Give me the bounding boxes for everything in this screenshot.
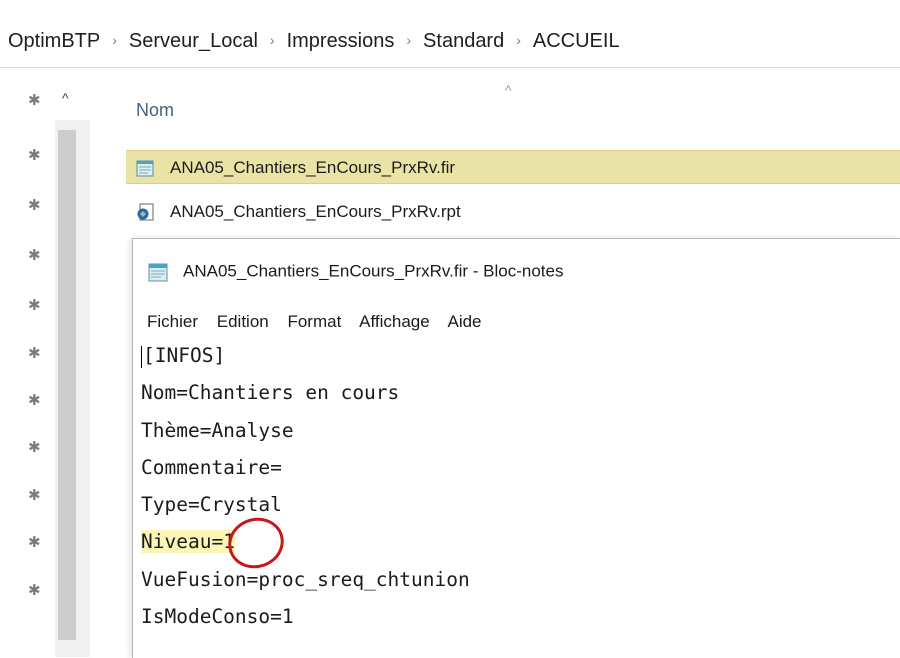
menu-bar: Fichier Edition Format Affichage Aide bbox=[147, 312, 496, 332]
menu-affichage[interactable]: Affichage bbox=[359, 312, 430, 331]
text-line: Commentaire= bbox=[141, 455, 282, 479]
text-line: Thème=Analyse bbox=[141, 418, 294, 442]
breadcrumb-item-optimbtp[interactable]: OptimBTP bbox=[8, 30, 100, 53]
chevron-right-icon: › bbox=[406, 32, 412, 48]
file-name: ANA05_Chantiers_EnCours_PrxRv.rpt bbox=[170, 202, 461, 221]
breadcrumb-item-accueil[interactable]: ACCUEIL bbox=[533, 30, 620, 53]
text-cursor bbox=[141, 345, 142, 368]
file-row-rpt[interactable]: ANA05_Chantiers_EnCours_PrxRv.rpt bbox=[126, 195, 900, 229]
scroll-up-icon[interactable]: ^ bbox=[62, 90, 69, 106]
pin-icon[interactable]: ✱ bbox=[28, 248, 44, 264]
text-line: IsModeConso=1 bbox=[141, 605, 294, 629]
pin-icon[interactable]: ✱ bbox=[28, 198, 44, 214]
notepad-icon bbox=[148, 263, 168, 282]
pin-icon[interactable]: ✱ bbox=[28, 346, 44, 362]
window-title: ANA05_Chantiers_EnCours_PrxRv.fir - Bloc… bbox=[183, 261, 564, 281]
notepad-window[interactable]: ANA05_Chantiers_EnCours_PrxRv.fir - Bloc… bbox=[132, 238, 900, 658]
pin-icon[interactable]: ✱ bbox=[28, 488, 44, 504]
menu-format[interactable]: Format bbox=[287, 312, 341, 331]
column-header-name[interactable]: Nom bbox=[136, 100, 174, 121]
file-row-fir[interactable]: ANA05_Chantiers_EnCours_PrxRv.fir bbox=[126, 150, 900, 184]
chevron-right-icon: › bbox=[269, 32, 275, 48]
text-editor[interactable]: [INFOS] Nom=Chantiers en cours Thème=Ana… bbox=[141, 337, 470, 635]
pin-icon[interactable]: ✱ bbox=[28, 298, 44, 314]
address-bar[interactable]: OptimBTP › Serveur_Local › Impressions › Stand… bbox=[0, 0, 900, 68]
menu-aide[interactable]: Aide bbox=[447, 312, 481, 331]
sort-ascending-icon: ^ bbox=[505, 82, 512, 98]
window-title-bar: ANA05_Chantiers_EnCours_PrxRv.fir - Bloc… bbox=[147, 261, 563, 283]
text-line: Nom=Chantiers en cours bbox=[141, 381, 400, 405]
text-line-highlighted: Niveau=1 bbox=[141, 530, 235, 554]
text-line: VueFusion=proc_sreq_chtunion bbox=[141, 567, 470, 591]
chevron-right-icon: › bbox=[516, 32, 521, 48]
menu-fichier[interactable]: Fichier bbox=[147, 312, 198, 331]
file-name: ANA05_Chantiers_EnCours_PrxRv.fir bbox=[170, 158, 456, 177]
text-line: Type=Crystal bbox=[141, 493, 282, 517]
breadcrumb: OptimBTP › Serveur_Local › Impressions › Stand… bbox=[8, 30, 620, 53]
menu-edition[interactable]: Edition bbox=[217, 312, 269, 331]
breadcrumb-item-impressions[interactable]: Impressions bbox=[287, 30, 395, 53]
text-line: [INFOS] bbox=[143, 344, 226, 367]
breadcrumb-item-standard[interactable]: Standard bbox=[423, 30, 504, 53]
pin-icon[interactable]: ✱ bbox=[28, 93, 44, 109]
pin-icon[interactable]: ✱ bbox=[28, 393, 44, 409]
notepad-file-icon bbox=[136, 160, 154, 177]
nav-scrollbar-thumb[interactable] bbox=[58, 130, 76, 640]
crystal-report-icon bbox=[137, 203, 154, 221]
pin-icon[interactable]: ✱ bbox=[28, 440, 44, 456]
chevron-right-icon: › bbox=[112, 32, 117, 48]
pin-icon[interactable]: ✱ bbox=[28, 583, 44, 599]
pin-icon[interactable]: ✱ bbox=[28, 148, 44, 164]
pin-icon[interactable]: ✱ bbox=[28, 535, 44, 551]
breadcrumb-item-serveur-local[interactable]: Serveur_Local bbox=[129, 30, 258, 53]
